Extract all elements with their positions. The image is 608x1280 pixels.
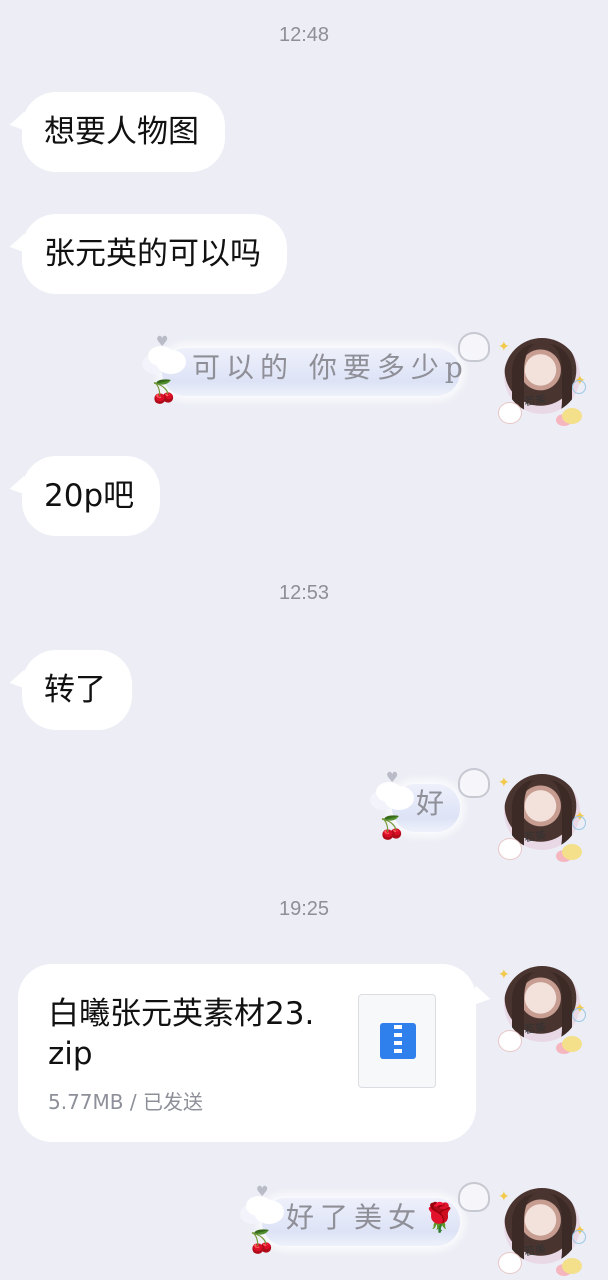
- bunny-outline-decoration: [458, 1182, 490, 1212]
- message-text: 好: [416, 787, 451, 820]
- outgoing-message[interactable]: ♥ 🍒 好了美女🌹: [242, 1182, 494, 1255]
- bubble-decoration: [572, 1230, 586, 1244]
- sparkle-icon: ✦: [498, 1189, 510, 1205]
- file-message-card[interactable]: 白曦张元英素材23.zip 5.77MB / 已发送: [18, 964, 476, 1142]
- rose-icon: 🌹: [422, 1201, 457, 1234]
- sparkle-icon: ✦: [498, 967, 510, 983]
- avatar[interactable]: ✦ ✦ 若美: [498, 1184, 586, 1274]
- timestamp: 12:53: [278, 582, 330, 604]
- bubble-decoration: [572, 1008, 586, 1022]
- avatar[interactable]: ✦ ✦ 若美: [498, 334, 586, 424]
- cherry-icon: 🍒: [378, 816, 406, 841]
- egg-decoration: [562, 1258, 582, 1274]
- egg-decoration: [562, 844, 582, 860]
- sparkle-icon: ✦: [498, 339, 510, 355]
- avatar[interactable]: ✦ ✦ 若美: [498, 770, 586, 860]
- cherry-icon: 🍒: [150, 380, 178, 405]
- file-size-status: 5.77MB / 已发送: [48, 1090, 203, 1114]
- message-text: 好了美女🌹: [286, 1196, 457, 1236]
- message-text-content: 好了美女: [286, 1201, 423, 1234]
- bubble-decoration: [572, 816, 586, 830]
- incoming-message[interactable]: 张元英的可以吗: [22, 214, 287, 294]
- avatar-signature: 若美: [523, 828, 547, 845]
- timestamp: 12:48: [278, 24, 330, 46]
- incoming-message[interactable]: 想要人物图: [22, 92, 225, 172]
- outgoing-message[interactable]: ♥ 🍒 可以的 你要多少p: [142, 332, 494, 405]
- avatar-signature: 若美: [523, 392, 547, 409]
- avatar[interactable]: ✦ ✦ 若美: [498, 962, 586, 1052]
- cherry-icon: 🍒: [248, 1230, 276, 1255]
- chat-thread[interactable]: 12:48 想要人物图 张元英的可以吗 ♥ 🍒 可以的 你要多少p ✦ ✦ 若美…: [0, 0, 608, 1280]
- message-text: 可以的 你要多少p: [192, 351, 469, 384]
- avatar-signature: 若美: [523, 1242, 547, 1259]
- timestamp: 19:25: [278, 898, 330, 920]
- heart-decoration: ♥: [386, 770, 399, 786]
- bunny-decoration: [498, 402, 522, 424]
- outgoing-message[interactable]: ♥ 🍒 好: [372, 768, 494, 841]
- incoming-message[interactable]: 转了: [22, 650, 132, 730]
- sparkle-icon: ✦: [498, 775, 510, 791]
- bunny-outline-decoration: [458, 768, 490, 798]
- heart-decoration: ♥: [256, 1184, 269, 1200]
- bunny-decoration: [498, 838, 522, 860]
- bunny-decoration: [498, 1030, 522, 1052]
- file-name: 白曦张元英素材23.zip: [48, 996, 315, 1072]
- egg-decoration: [562, 1036, 582, 1052]
- avatar-signature: 若美: [523, 1020, 547, 1037]
- heart-decoration: ♥: [156, 334, 169, 350]
- incoming-message[interactable]: 20p吧: [22, 456, 161, 536]
- zip-file-icon: [358, 994, 436, 1088]
- bubble-decoration: [572, 380, 586, 394]
- egg-decoration: [562, 408, 582, 424]
- bunny-decoration: [498, 1252, 522, 1274]
